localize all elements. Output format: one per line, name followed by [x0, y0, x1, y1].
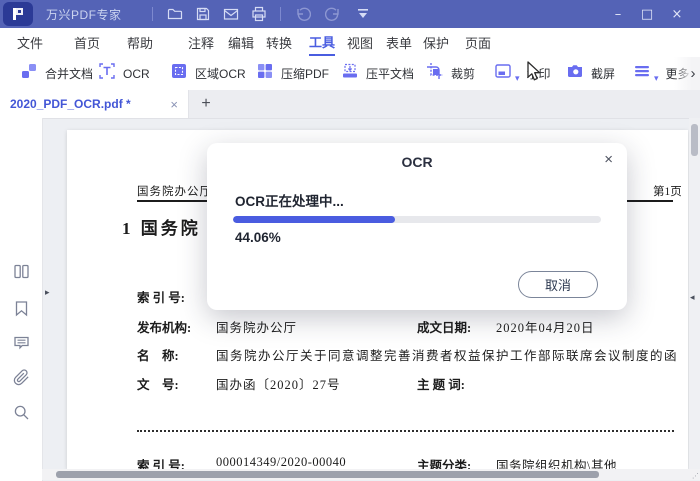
bookmarks-panel-icon[interactable]	[11, 298, 31, 318]
flatten-document-icon	[341, 62, 359, 85]
tabbar: 2020_PDF_OCR.pdf * × +	[0, 90, 700, 119]
ocr-icon	[98, 62, 116, 85]
crop-icon	[426, 62, 444, 85]
new-tab-button[interactable]: +	[196, 90, 216, 118]
attachments-panel-icon[interactable]	[11, 367, 31, 387]
right-panel-expand-icon[interactable]: ◂	[690, 292, 695, 303]
field-value: 国务院组织机构\其他	[496, 459, 617, 469]
toolbar-label: 裁剪	[451, 67, 476, 81]
app-logo-icon	[3, 2, 33, 26]
quick-tools-dropdown-icon[interactable]	[352, 4, 374, 24]
toolbar-label: 压平文档	[366, 67, 415, 81]
horizontal-scrollbar-thumb[interactable]	[56, 471, 599, 478]
menu-comment[interactable]: 注释	[188, 28, 214, 56]
field-value: 国务院办公厅关于同意调整完善消费者权益保护工作部际联席会议制度的函	[216, 349, 679, 363]
toolbar-ocr[interactable]: OCR	[98, 57, 150, 90]
close-button[interactable]: ×	[663, 0, 691, 28]
chevron-down-icon[interactable]: ▾	[515, 73, 520, 84]
dotted-separator	[137, 430, 674, 432]
chevron-down-icon[interactable]: ▾	[654, 73, 659, 84]
field-label: 文 号:	[137, 378, 179, 392]
document-tab[interactable]: 2020_PDF_OCR.pdf * ×	[0, 90, 189, 118]
menu-protect[interactable]: 保护	[423, 28, 449, 56]
resize-grip[interactable]: ⋰	[692, 472, 700, 480]
toolbar: 合并文档 OCR 区域OCR 压缩PDF 压平文档 裁剪 ▾ 水印 截屏 ▾ ›	[0, 57, 700, 91]
page-header-right: 第1页	[653, 186, 682, 198]
menu-tools[interactable]: 工具	[309, 28, 336, 56]
cancel-button[interactable]: 取消	[518, 271, 598, 298]
field-label: 发布机构:	[137, 321, 192, 335]
field-label: 名 称:	[137, 349, 179, 363]
toolbar-merge-documents[interactable]: 合并文档	[20, 57, 93, 90]
titlebar-separator	[280, 7, 281, 21]
redo-icon[interactable]	[322, 4, 344, 24]
titlebar-separator	[152, 7, 153, 21]
toolbar-flatten-document[interactable]: 压平文档	[341, 57, 414, 90]
app-window: 万兴PDF专家 – □ × 文件 首页 帮助 注释 编辑 转换 工具 视图 表单…	[0, 0, 700, 481]
toolbar-overflow-chevron-icon[interactable]: ›	[687, 57, 699, 90]
field-value: 2020年04月20日	[496, 321, 595, 335]
toolbar-label: OCR	[123, 66, 150, 81]
progress-bar	[233, 216, 601, 223]
field-label: 索 引 号:	[137, 291, 185, 305]
field-label: 主题分类:	[417, 459, 472, 469]
left-panel-expand-icon[interactable]: ▸	[45, 287, 50, 298]
menu-edit[interactable]: 编辑	[228, 28, 254, 56]
toolbar-compress-pdf[interactable]: 压缩PDF	[256, 57, 329, 90]
field-label: 成文日期:	[417, 321, 472, 335]
menu-file[interactable]: 文件	[17, 28, 43, 56]
toolbar-label: 压缩PDF	[281, 67, 330, 81]
minimize-button[interactable]: –	[604, 0, 632, 28]
field-value: 国办函〔2020〕27号	[216, 378, 341, 392]
field-value: 000014349/2020-00040	[216, 455, 347, 469]
document-heading: 1 国务院	[122, 219, 201, 238]
vertical-scrollbar-thumb[interactable]	[691, 124, 698, 156]
toolbar-label: 合并文档	[45, 67, 94, 81]
field-value: 国务院办公厅	[216, 321, 298, 335]
field-label: 索 引 号:	[137, 459, 185, 469]
field-label: 主 题 词:	[417, 378, 465, 392]
titlebar: 万兴PDF专家 – □ ×	[0, 0, 700, 28]
thumbnails-panel-icon[interactable]	[11, 261, 31, 281]
menu-form[interactable]: 表单	[386, 28, 412, 56]
ocr-progress-dialog: OCR × OCR正在处理中... 44.06% 取消	[207, 143, 627, 310]
search-panel-icon[interactable]	[11, 402, 31, 422]
toolbar-label: 区域OCR	[195, 67, 246, 81]
menu-help[interactable]: 帮助	[127, 28, 153, 56]
ocr-status-text: OCR正在处理中...	[235, 194, 344, 209]
undo-icon[interactable]	[292, 4, 314, 24]
menubar: 文件 首页 帮助 注释 编辑 转换 工具 视图 表单 保护 页面	[0, 28, 700, 83]
more-menu-icon	[633, 62, 651, 85]
progress-fill	[233, 216, 396, 223]
mouse-cursor	[524, 61, 544, 88]
print-icon[interactable]	[248, 4, 270, 24]
watermark-icon	[494, 62, 512, 85]
tab-close-icon[interactable]: ×	[170, 90, 178, 118]
save-icon[interactable]	[192, 4, 214, 24]
menu-view[interactable]: 视图	[347, 28, 373, 56]
left-sidebar	[0, 118, 43, 481]
screenshot-camera-icon	[566, 62, 584, 85]
toolbar-area-ocr[interactable]: 区域OCR	[170, 57, 246, 90]
merge-documents-icon	[20, 62, 38, 85]
menu-convert[interactable]: 转换	[266, 28, 292, 56]
progress-percent: 44.06%	[235, 230, 281, 245]
area-ocr-icon	[170, 62, 188, 85]
menu-page[interactable]: 页面	[465, 28, 491, 56]
tab-title: 2020_PDF_OCR.pdf *	[10, 97, 131, 111]
comments-panel-icon[interactable]	[11, 332, 31, 352]
toolbar-label: 截屏	[591, 67, 616, 81]
open-file-icon[interactable]	[164, 4, 186, 24]
compress-pdf-icon	[256, 62, 274, 85]
toolbar-crop[interactable]: 裁剪	[426, 57, 475, 90]
email-icon[interactable]	[220, 4, 242, 24]
dialog-title: OCR	[401, 154, 433, 170]
toolbar-screenshot[interactable]: 截屏	[566, 57, 615, 90]
dialog-close-icon[interactable]: ×	[604, 151, 613, 168]
maximize-button[interactable]: □	[633, 0, 661, 28]
menu-home[interactable]: 首页	[74, 28, 100, 56]
app-title: 万兴PDF专家	[46, 7, 122, 22]
